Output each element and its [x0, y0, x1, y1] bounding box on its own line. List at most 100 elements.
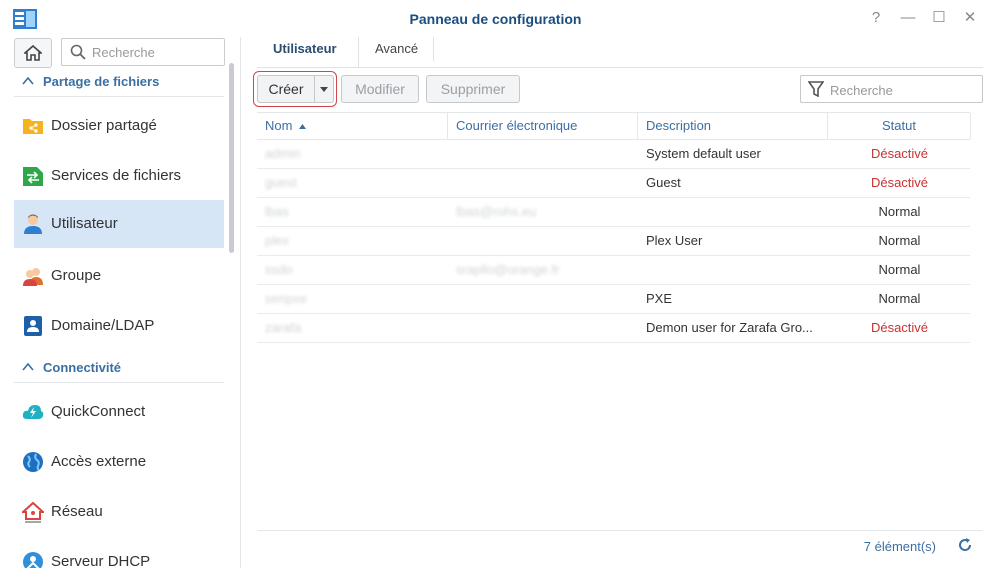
quickconnect-icon [22, 405, 44, 419]
table-row[interactable]: admin System default user Désactivé [257, 140, 970, 169]
sidebar-search-input[interactable]: Recherche [61, 38, 225, 66]
file-services-icon [23, 167, 43, 186]
sidebar-item-label: Services de fichiers [51, 167, 182, 184]
chevron-up-icon [22, 362, 34, 371]
help-button[interactable]: ? [866, 9, 886, 27]
section-label: Partage de fichiers [43, 74, 160, 89]
cell-description: Demon user for Zarafa Gro... [646, 320, 813, 335]
user-icon [24, 214, 42, 234]
cell-description [638, 198, 828, 226]
cell-courrier [448, 285, 638, 313]
user-table: Nom Courrier électronique Description St… [257, 112, 971, 343]
column-header-description[interactable]: Description [638, 113, 828, 139]
sidebar-item-dossier-partage[interactable]: Dossier partagé [14, 102, 224, 150]
cell-statut: Normal [878, 204, 921, 219]
sidebar: Recherche Partage de fichiers Dossier pa… [0, 37, 241, 568]
group-icon [23, 268, 43, 286]
cell-description: Plex User [646, 233, 703, 248]
domain-ldap-icon [24, 316, 42, 336]
sidebar-item-label: Accès externe [51, 453, 147, 470]
cell-nom: senpxe [265, 291, 307, 306]
table-row[interactable]: ssdo srapllo@orange.fr Normal [257, 256, 970, 285]
sidebar-scrollbar[interactable] [229, 63, 234, 253]
cell-nom: plex [265, 233, 289, 248]
chevron-up-icon [22, 76, 34, 85]
cell-statut: Désactivé [870, 146, 929, 161]
caret-down-icon [320, 87, 328, 92]
network-icon [22, 501, 44, 523]
sidebar-search-placeholder: Recherche [92, 45, 155, 60]
close-button[interactable]: ✕ [960, 9, 980, 27]
table-row[interactable]: senpxe PXE Normal [257, 285, 970, 314]
cell-statut: Normal [878, 233, 921, 248]
sort-ascending-icon [299, 124, 307, 129]
tab-utilisateur[interactable]: Utilisateur [257, 37, 353, 67]
sidebar-item-label: Réseau [51, 503, 103, 520]
sidebar-item-label: Dossier partagé [51, 117, 157, 134]
table-footer: 7 élément(s) [257, 530, 983, 560]
sidebar-item-label: Domaine/LDAP [51, 317, 155, 334]
cell-courrier [448, 169, 638, 197]
sidebar-item-reseau[interactable]: Réseau [14, 488, 224, 536]
active-tab-indicator [257, 64, 358, 67]
sidebar-item-groupe[interactable]: Groupe [14, 252, 224, 300]
column-header-nom[interactable]: Nom [257, 113, 448, 139]
home-icon [24, 45, 42, 61]
cell-description: Guest [646, 175, 681, 190]
refresh-icon[interactable] [958, 538, 972, 552]
table-body: admin System default user Désactivé guest Gu… [257, 140, 970, 343]
minimize-button[interactable]: — [898, 9, 918, 27]
item-count: 7 élément(s) [863, 539, 936, 554]
maximize-button[interactable]: ☐ [929, 9, 949, 27]
dhcp-server-icon [23, 552, 43, 568]
sidebar-item-label: QuickConnect [51, 403, 146, 420]
cell-statut: Désactivé [870, 320, 929, 335]
title-bar: Panneau de configuration ? — ☐ ✕ [0, 0, 991, 37]
cell-nom: admin [265, 146, 301, 161]
section-partage-de-fichiers[interactable]: Partage de fichiers [14, 70, 224, 97]
sidebar-item-label: Groupe [51, 267, 102, 284]
create-dropdown-button[interactable] [314, 75, 334, 103]
tab-separator [433, 37, 434, 61]
delete-button[interactable]: Supprimer [426, 75, 520, 103]
create-button[interactable]: Créer [257, 75, 315, 103]
sidebar-item-domaine-ldap[interactable]: Domaine/LDAP [14, 302, 224, 350]
section-connectivite[interactable]: Connectivité [14, 356, 224, 383]
cell-description [638, 256, 828, 284]
sidebar-item-serveur-dhcp[interactable]: Serveur DHCP [14, 538, 224, 568]
table-header: Nom Courrier électronique Description St… [257, 112, 971, 140]
cell-nom: zarafa [265, 320, 302, 335]
home-button[interactable] [14, 38, 52, 68]
search-icon [70, 44, 86, 60]
external-access-icon [23, 452, 43, 472]
table-row[interactable]: zarafa Demon user for Zarafa Gro... Désact… [257, 314, 970, 343]
filter-icon [808, 81, 824, 97]
cell-statut: Désactivé [870, 175, 929, 190]
sidebar-item-utilisateur[interactable]: Utilisateur [14, 200, 224, 248]
cell-nom: guest [265, 175, 297, 190]
cell-courrier [448, 140, 638, 168]
sidebar-item-quickconnect[interactable]: QuickConnect [14, 388, 224, 436]
tab-avance[interactable]: Avancé [358, 37, 434, 67]
cell-courrier: lbas@rohs.eu [456, 204, 537, 219]
cell-nom: lbas [265, 204, 289, 219]
table-row[interactable]: plex Plex User Normal [257, 227, 970, 256]
sidebar-item-label: Serveur DHCP [51, 553, 151, 568]
window-title: Panneau de configuration [409, 11, 582, 27]
shared-folder-icon [23, 119, 43, 134]
section-label: Connectivité [43, 360, 122, 375]
column-header-courrier[interactable]: Courrier électronique [448, 113, 638, 139]
sidebar-item-services-de-fichiers[interactable]: Services de fichiers [14, 152, 224, 200]
user-search-input[interactable]: Recherche [800, 75, 983, 103]
cell-description: System default user [646, 146, 761, 161]
sidebar-item-label: Utilisateur [51, 215, 118, 232]
table-row[interactable]: guest Guest Désactivé [257, 169, 970, 198]
tab-bar: Utilisateur Avancé [257, 37, 983, 68]
cell-courrier: srapllo@orange.fr [456, 262, 560, 277]
cell-description: PXE [646, 291, 673, 306]
column-label: Nom [265, 118, 293, 133]
table-row[interactable]: lbas lbas@rohs.eu Normal [257, 198, 970, 227]
modify-button[interactable]: Modifier [341, 75, 419, 103]
sidebar-item-acces-externe[interactable]: Accès externe [14, 438, 224, 486]
column-header-statut[interactable]: Statut [828, 113, 971, 139]
